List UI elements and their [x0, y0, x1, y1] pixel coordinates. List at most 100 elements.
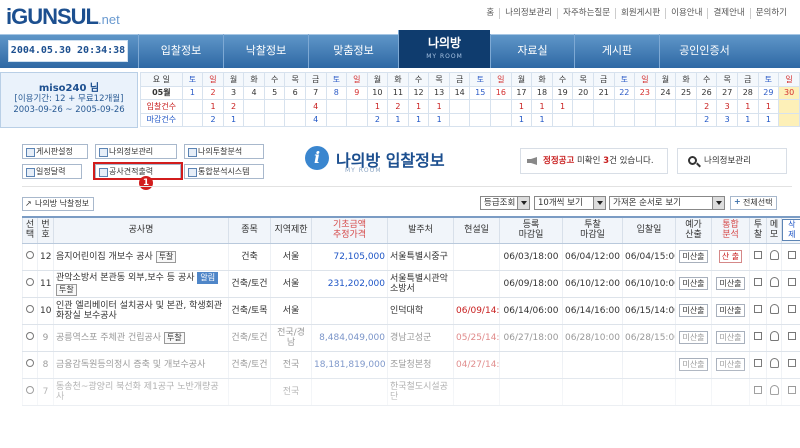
bid-tag[interactable]: 투찰 [163, 331, 185, 344]
close-date-text: 06/10/12:00 [565, 278, 620, 289]
bid-tag[interactable]: 투찰 [155, 250, 177, 263]
delete-checkbox[interactable] [787, 251, 796, 259]
row-number-text: 9 [42, 332, 49, 343]
project-org: 경남고성군 [387, 324, 454, 352]
calendar-row-label: 요 일 [140, 72, 183, 87]
calendar-cell: 수 [551, 72, 574, 87]
memo-icon[interactable] [769, 331, 779, 341]
table-row[interactable]: 9 공릉역스포 주체관 건립공사 투찰 건축/토건 전국/경남 8,484,049,00… [22, 324, 800, 352]
estimate-button[interactable]: 미산출 [679, 250, 708, 263]
nav-tab-1[interactable]: 낙찰정보 [223, 34, 308, 68]
header-registration: 등록 마감일 [499, 216, 563, 244]
memo-icon[interactable] [769, 277, 779, 287]
calendar-cell: 토 [757, 72, 780, 87]
header-delete[interactable]: 삭제 [781, 216, 800, 244]
header-type: 종목 [228, 216, 271, 244]
calendar-cell: 4 [304, 112, 327, 127]
project-name-link[interactable]: 음지어린이집 개보수 공사 [56, 252, 153, 262]
toolbar-button-5[interactable]: 통합분석시스템 [184, 164, 264, 179]
per-page-select[interactable]: 10개씩 보기 [534, 196, 606, 210]
nav-tab-0[interactable]: 입찰정보 [138, 34, 223, 68]
analysis: 미산출 [711, 324, 750, 352]
calendar-cell [613, 99, 636, 114]
nav-tab-2[interactable]: 맞춤정보 [308, 34, 398, 68]
delete-checkbox[interactable] [787, 305, 796, 313]
bid-tag[interactable]: 투찰 [56, 283, 77, 296]
header-analysis: 통합 분석 [711, 216, 750, 244]
toolbar-button-3[interactable]: 일정달력 [22, 164, 82, 179]
order-select[interactable]: 가져온 순서로 보기 [609, 196, 725, 210]
calendar-cell [448, 112, 471, 127]
row-radio[interactable] [26, 251, 34, 259]
site-logo[interactable]: iGUNSUL.net [6, 4, 120, 33]
calendar-cell: 1 [737, 99, 759, 114]
calendar-cell: 금 [448, 72, 471, 87]
my-info-button[interactable]: 나의정보관리 [677, 148, 787, 174]
table-header: 선택 번호 공사명 종목 지역제한 기초금액 추정가격 발주처 현설일 등록 마감일… [22, 216, 800, 244]
analysis-button[interactable]: 산 출 [718, 250, 743, 263]
estimate-button[interactable]: 미산출 [679, 331, 708, 344]
project-name-link[interactable]: 인관 엘리베이터 설치공사 및 본관, 학생회관 화장실 보수공사 [56, 301, 222, 321]
bid-checkbox[interactable] [754, 332, 762, 340]
top-link[interactable]: 문의하기 [749, 8, 792, 19]
row-radio[interactable] [26, 332, 34, 340]
calendar-cell: 30 [778, 85, 800, 100]
toolbar-button-0[interactable]: 게시판설정 [22, 144, 88, 159]
top-link[interactable]: 이용안내 [665, 8, 707, 19]
table-row[interactable]: 12 음지어린이집 개보수 공사 투찰 건축 서울 72,105,000 서울특별시중구 0… [22, 243, 800, 271]
nav-tab-3[interactable]: 나의방 MY ROOM [398, 30, 490, 68]
top-link[interactable]: 회원게시판 [615, 8, 665, 19]
top-link[interactable]: 홈 [481, 8, 499, 19]
page-title-sub: MY ROOM [345, 167, 382, 174]
reg-date-text: 06/09/18:00 [503, 278, 559, 289]
toolbar-button-2[interactable]: 나의투찰분석 [184, 144, 264, 159]
site-date: 05/25/14:00 [453, 324, 500, 352]
top-link[interactable]: 결제안내 [707, 8, 749, 19]
top-link[interactable]: 나의정보관리 [499, 8, 557, 19]
bid-checkbox[interactable] [754, 305, 762, 313]
calendar-cell [469, 99, 492, 114]
analysis-button[interactable]: 미산출 [716, 331, 745, 344]
calendar-cell: 2 [366, 112, 389, 127]
bid-checkbox[interactable] [754, 278, 762, 286]
estimate-button[interactable]: 미산출 [679, 277, 708, 290]
nav-tab-5[interactable]: 게시판 [574, 34, 659, 68]
calendar-cell: 목 [284, 72, 306, 87]
header-site-date: 현설일 [453, 216, 500, 244]
grade-select[interactable]: 등급조회 [480, 196, 530, 210]
table-row[interactable]: 11 관악소방서 본관동 외부,보수 등 공사 알림 투찰 건축/토건 서울 231,2… [22, 270, 800, 298]
calendar-cell: 월 [366, 72, 389, 87]
my-award-info-button[interactable]: 나의방 낙찰정보 [22, 197, 95, 211]
project-type: 건축/토목 [228, 297, 271, 325]
project-name-link[interactable]: 관악소방서 본관동 외부,보수 등 공사 [56, 273, 195, 283]
delete-checkbox[interactable] [787, 332, 796, 340]
delete-checkbox[interactable] [787, 278, 796, 286]
toolbar-button-1[interactable]: 나의정보관리 [95, 144, 177, 159]
bid-date-text: 06/28/15:00 [625, 332, 676, 343]
calendar-cell: 3 [716, 99, 738, 114]
select-all-button[interactable]: 전체선택 [730, 196, 778, 210]
row-number-text: 10 [40, 305, 52, 316]
row-radio[interactable] [26, 305, 34, 313]
table-row[interactable]: 10 인관 엘리베이터 설치공사 및 본관, 학생회관 화장실 보수공사 건축/토목… [22, 297, 800, 325]
analysis-button[interactable]: 미산출 [716, 277, 745, 290]
calendar-cell: 수 [263, 72, 286, 87]
nav-tab-6[interactable]: 공인인증서 [659, 34, 749, 68]
calendar-cell: 19 [551, 85, 574, 100]
top-link[interactable]: 자주하는질문 [557, 8, 615, 19]
calendar-cell: 1 [366, 99, 389, 114]
nav-tab-4[interactable]: 자료실 [490, 34, 574, 68]
project-name-link[interactable]: 공릉역스포 주체관 건립공사 [56, 333, 161, 343]
project-amount: 231,202,000 [311, 270, 388, 298]
bid-checkbox[interactable] [754, 251, 762, 259]
project-org: 서울특별시관악소방서 [387, 270, 454, 298]
reg-date: 06/09/18:00 [499, 270, 563, 298]
memo-icon[interactable] [769, 304, 779, 314]
estimate-button[interactable]: 미산출 [679, 304, 708, 317]
analysis-button[interactable]: 미산출 [716, 304, 745, 317]
memo-icon[interactable] [769, 250, 779, 260]
correction-notice[interactable]: 정정공고 미확인 3건 있습니다. [520, 148, 668, 174]
row-radio[interactable] [26, 278, 34, 286]
top-links: 홈 나의정보관리 자주하는질문 회원게시판 이용안내 결제안내 문의하기 [481, 8, 792, 19]
calendar-cell [778, 99, 800, 114]
